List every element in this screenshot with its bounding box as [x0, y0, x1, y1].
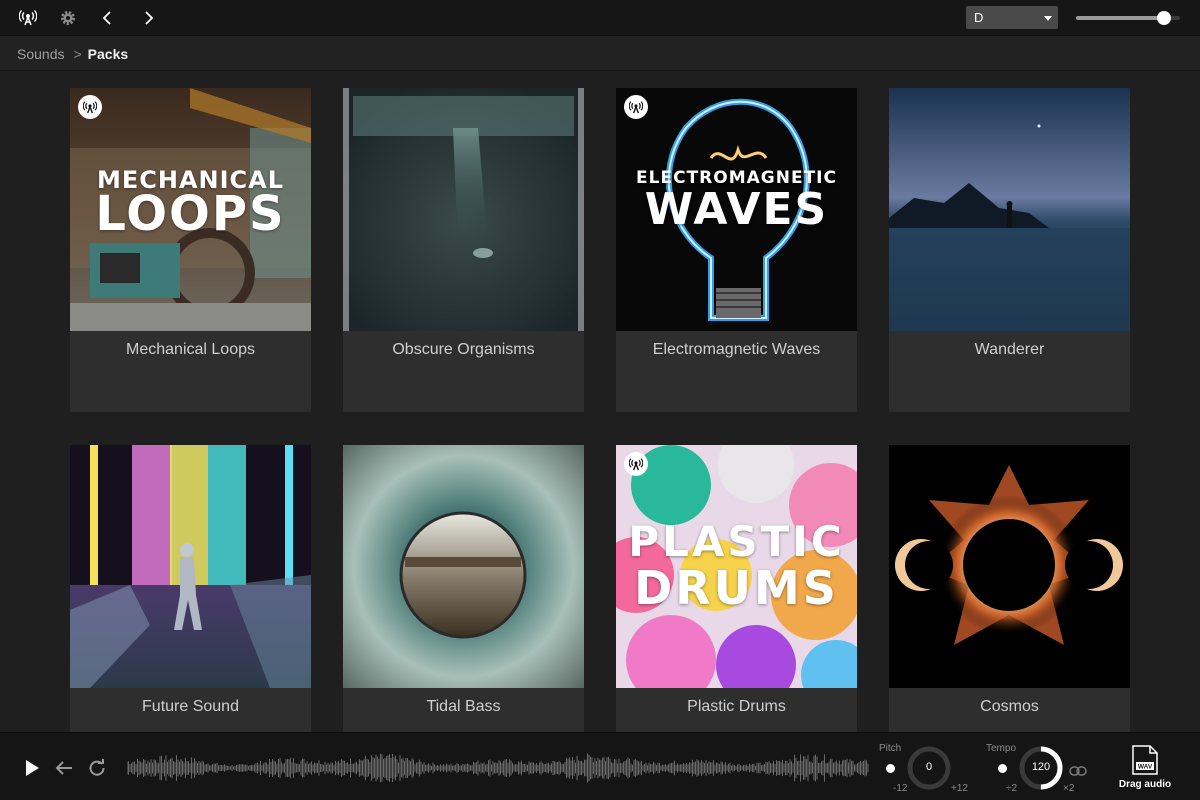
tempo-label: Tempo: [986, 743, 1017, 754]
link-icon[interactable]: [1069, 763, 1087, 781]
drag-audio-label: Drag audio: [1118, 779, 1172, 790]
breadcrumb-separator: >: [73, 46, 82, 62]
packs-grid: MECHANICAL LOOPS Mechanical Loops Obscur…: [0, 72, 1200, 732]
player-bar: Pitch 0 -12 +12 Tempo 120 ÷2 ×2 WAV Drag…: [0, 732, 1200, 800]
file-type-label: WAV: [1138, 764, 1153, 771]
pitch-knob[interactable]: 0: [907, 746, 951, 790]
tempo-min-label: ÷2: [1006, 783, 1018, 794]
pack-art-line2: DRUMS: [634, 561, 839, 615]
pack-card[interactable]: PLASTIC DRUMS Plastic Drums: [616, 445, 857, 732]
waveform-path: [127, 753, 869, 783]
tempo-knob[interactable]: 120: [1019, 746, 1063, 790]
breadcrumb-sounds[interactable]: Sounds: [17, 46, 64, 62]
breadcrumb-packs: Packs: [87, 46, 129, 62]
file-icon: WAV: [1132, 745, 1158, 775]
pack-card[interactable]: Obscure Organisms: [343, 88, 584, 412]
pack-card[interactable]: Cosmos: [889, 445, 1130, 732]
chevron-right-icon[interactable]: [136, 6, 160, 30]
tempo-value: 120: [1031, 761, 1051, 773]
broadcast-badge-icon: [624, 452, 648, 476]
pack-art-line2: LOOPS: [95, 186, 286, 242]
pack-card[interactable]: Wanderer: [889, 88, 1130, 412]
key-select-value: D: [974, 10, 984, 25]
pack-artwork: [343, 445, 584, 688]
pack-artwork: [889, 88, 1130, 331]
key-select[interactable]: D: [966, 6, 1058, 29]
top-toolbar: D: [0, 0, 1200, 36]
pack-title: Wanderer: [974, 341, 1045, 358]
pack-card[interactable]: Future Sound: [70, 445, 311, 732]
pack-art-line1: PLASTIC: [628, 517, 845, 566]
volume-thumb[interactable]: [1157, 11, 1172, 25]
pitch-value: 0: [925, 761, 933, 773]
pitch-reset-dot[interactable]: [886, 764, 895, 773]
pack-art-line2: WAVES: [644, 184, 829, 235]
pack-artwork: PLASTIC DRUMS: [616, 445, 857, 688]
loop-icon[interactable]: [88, 759, 106, 782]
gear-icon[interactable]: [56, 6, 80, 30]
broadcast-badge-icon: [78, 95, 102, 119]
arrow-left-icon[interactable]: [54, 759, 74, 782]
pack-card[interactable]: MECHANICAL LOOPS Mechanical Loops: [70, 88, 311, 412]
broadcast-icon[interactable]: [16, 6, 40, 30]
pack-title: Tidal Bass: [426, 698, 501, 715]
pitch-max-label: +12: [951, 783, 968, 794]
pack-artwork: [889, 445, 1130, 688]
pack-artwork: ELECTROMAGNETIC WAVES: [616, 88, 857, 331]
pack-title: Obscure Organisms: [392, 341, 535, 358]
volume-slider[interactable]: [1076, 10, 1180, 26]
tempo-reset-dot[interactable]: [998, 764, 1007, 773]
pack-card[interactable]: ELECTROMAGNETIC WAVES Electromagnetic Wa…: [616, 88, 857, 412]
play-icon[interactable]: [24, 759, 40, 782]
volume-fill: [1076, 16, 1165, 20]
pack-artwork: [70, 445, 311, 688]
chevron-down-icon: [1044, 16, 1052, 21]
pack-title: Mechanical Loops: [126, 341, 255, 358]
broadcast-badge-icon: [624, 95, 648, 119]
pitch-min-label: -12: [893, 783, 908, 794]
drag-audio-button[interactable]: WAV Drag audio: [1112, 745, 1178, 795]
pack-title: Plastic Drums: [687, 698, 786, 715]
pack-title: Future Sound: [142, 698, 239, 715]
breadcrumb: Sounds > Packs: [0, 37, 1200, 71]
tempo-max-label: ×2: [1063, 783, 1075, 794]
waveform[interactable]: [127, 748, 869, 788]
pack-title: Cosmos: [980, 698, 1039, 715]
pitch-label: Pitch: [879, 743, 902, 754]
chevron-left-icon[interactable]: [96, 6, 120, 30]
pack-title: Electromagnetic Waves: [652, 341, 821, 358]
pack-artwork: MECHANICAL LOOPS: [70, 88, 311, 331]
pack-artwork: [343, 88, 584, 331]
pack-card[interactable]: Tidal Bass: [343, 445, 584, 732]
